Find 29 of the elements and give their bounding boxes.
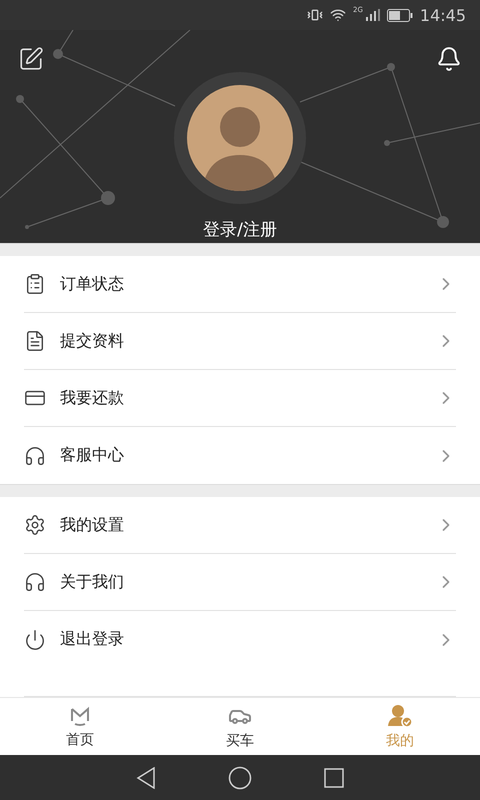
menu-item[interactable]: 客服中心	[24, 427, 456, 484]
edit-icon[interactable]	[18, 46, 44, 72]
power-icon	[24, 628, 46, 650]
menu-item[interactable]: 提交资料	[24, 313, 456, 370]
wifi-icon	[330, 7, 346, 23]
menu-item[interactable]: 我要还款	[24, 370, 456, 427]
recents-icon[interactable]	[324, 768, 344, 788]
login-link[interactable]: 登录/注册	[203, 218, 277, 241]
home-icon	[69, 704, 91, 726]
status-time: 14:45	[420, 6, 466, 24]
vibrate-icon	[307, 7, 323, 23]
home-button-icon[interactable]	[228, 766, 252, 790]
user-icon	[387, 704, 413, 728]
headset-icon	[24, 444, 46, 466]
headset-icon	[24, 571, 46, 593]
menu-item[interactable]: 退出登录	[24, 611, 456, 668]
menu-item[interactable]: 关于我们	[24, 554, 456, 611]
menu-item[interactable]: 订单状态	[24, 256, 456, 313]
document-icon	[24, 330, 46, 352]
tab[interactable]: 买车	[160, 698, 320, 755]
avatar[interactable]	[187, 85, 293, 191]
tab[interactable]: 首页	[0, 698, 160, 755]
settings-icon	[24, 514, 46, 536]
clipboard-icon	[24, 273, 46, 295]
back-icon[interactable]	[136, 766, 156, 788]
signal-icon	[366, 9, 380, 21]
battery-icon	[386, 8, 413, 22]
bell-icon[interactable]	[436, 46, 462, 72]
menu-item[interactable]: 我的设置	[24, 497, 456, 554]
